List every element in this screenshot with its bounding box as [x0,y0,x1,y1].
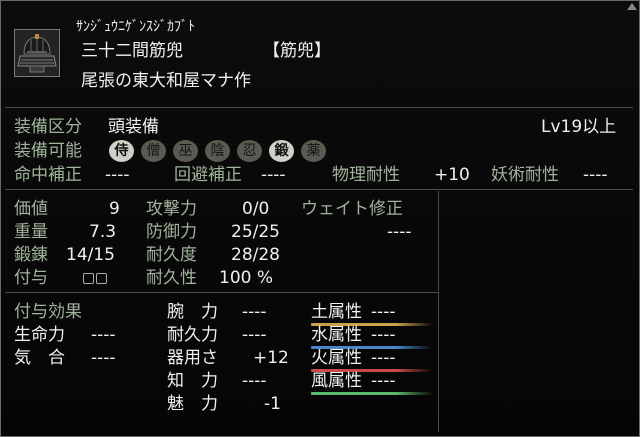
defense-value: 25/25 [231,222,280,242]
effect-value: ---- [242,371,267,391]
forge-label: 鍛錬 [14,245,48,265]
divider [5,107,633,108]
class-badge: 薬 [301,140,326,162]
effect-value: +12 [253,348,289,368]
evade-value: ---- [261,165,286,185]
element-label: 水属性 [311,325,362,345]
effect-value: ---- [91,325,116,345]
enchant-slot-icon [83,272,94,284]
effect-label: 器用さ [167,348,218,368]
enchant-slot-icon [96,272,107,284]
effect-label: 耐久力 [167,325,218,345]
effect-value: ---- [242,325,267,345]
price-value: 9 [109,199,120,219]
divider [5,189,633,190]
durability-stat-value: 100 % [219,268,274,288]
item-reading: ｻﾝｼﾞｭｳﾆｹﾞﾝｽｼﾞｶﾌﾞﾄ [76,19,195,35]
durability-stat-label: 耐久性 [146,268,197,288]
phys-resist-value: +10 [434,165,470,185]
element-value: ---- [371,302,396,322]
defense-label: 防御力 [146,222,197,242]
scroll-up-icon[interactable] [627,3,637,10]
divider [438,191,439,291]
class-badge: 僧 [141,140,166,162]
element-label: 火属性 [311,348,362,368]
element-value: ---- [371,325,396,345]
class-badge: 忍 [237,140,262,162]
element-label: 土属性 [311,302,362,322]
effect-label: 腕 力 [167,302,218,322]
allowed-label: 装備可能 [14,141,82,161]
effects-title: 付与効果 [14,302,82,322]
attack-value: 0/0 [242,199,270,219]
level-requirement: Lv19以上 [541,117,617,137]
forge-value: 14/15 [66,245,115,265]
effect-label: 生命力 [14,325,65,345]
enchant-label: 付与 [14,268,48,288]
wait-value: ---- [387,222,412,242]
item-maker: 尾張の東大和屋マナ作 [81,71,251,91]
weight-value: 7.3 [89,222,117,242]
element-label: 風属性 [311,371,362,391]
helmet-icon [14,29,60,77]
divider [438,292,439,432]
effect-label: 知 力 [167,371,218,391]
hit-label: 命中補正 [14,165,82,185]
divider [5,292,438,293]
class-badge: 鍛 [269,140,294,162]
class-badge: 侍 [109,140,134,162]
hit-value: ---- [105,165,130,185]
phys-resist-label: 物理耐性 [332,165,400,185]
enchant-slots [83,268,109,288]
effect-value: ---- [242,302,267,322]
class-badge: 陰 [205,140,230,162]
evade-label: 回避補正 [174,165,242,185]
item-category: 【筋兜】 [263,41,331,61]
wait-label: ウェイト修正 [301,199,403,219]
attack-label: 攻撃力 [146,199,197,219]
durability-label: 耐久度 [146,245,197,265]
effect-label: 魅 力 [167,394,218,414]
magic-resist-label: 妖術耐性 [491,165,559,185]
effect-value: ---- [91,348,116,368]
effect-label: 気 合 [14,348,65,368]
item-name: 三十二間筋兜 [81,41,183,61]
element-underline [311,392,433,395]
effect-value: -1 [264,394,281,414]
class-badge: 巫 [173,140,198,162]
slot-label: 装備区分 [14,117,82,137]
item-tooltip-panel: ｻﾝｼﾞｭｳﾆｹﾞﾝｽｼﾞｶﾌﾞﾄ 三十二間筋兜 【筋兜】 尾張の東大和屋マナ作… [0,0,640,437]
durability-value: 28/28 [231,245,280,265]
slot-value: 頭装備 [108,117,159,137]
element-value: ---- [371,348,396,368]
price-label: 価値 [14,199,48,219]
magic-resist-value: ---- [583,165,608,185]
weight-label: 重量 [14,222,48,242]
element-value: ---- [371,371,396,391]
